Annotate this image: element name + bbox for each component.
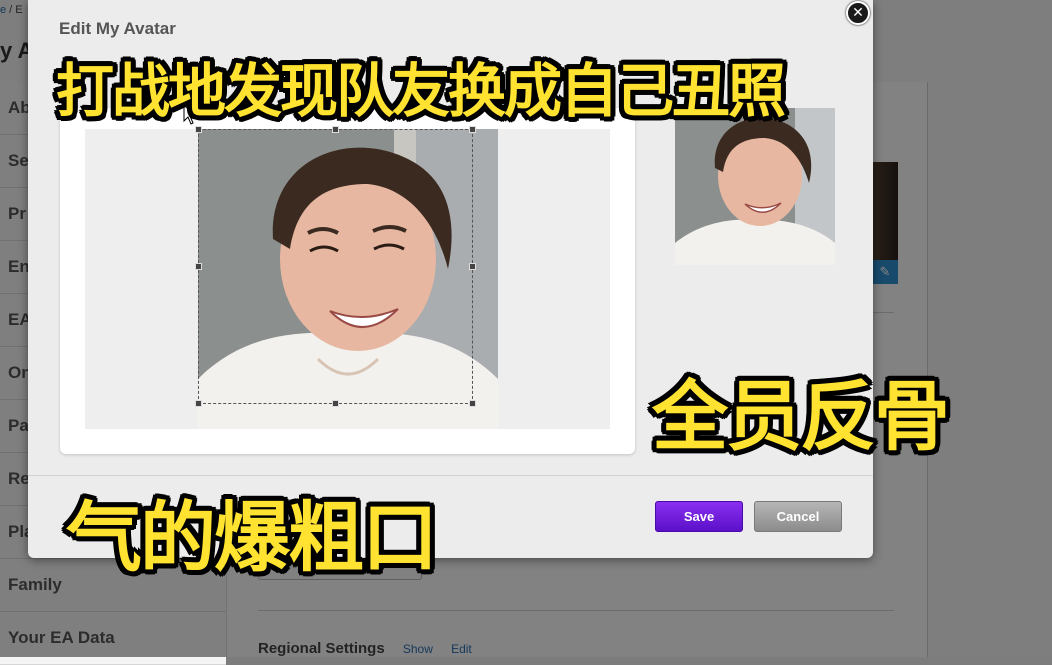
crop-canvas[interactable] <box>85 126 610 429</box>
crop-handle-bottom-left[interactable] <box>195 400 202 407</box>
crop-selection[interactable] <box>195 126 476 407</box>
crop-panel <box>60 108 635 454</box>
caption-middle: 全员反骨 <box>652 372 950 461</box>
caption-bottom: 气的爆粗口 <box>66 493 438 582</box>
avatar-preview <box>675 108 835 265</box>
crop-handle-left[interactable] <box>195 263 202 270</box>
close-icon[interactable]: ✕ <box>846 1 870 25</box>
crop-handle-right[interactable] <box>469 263 476 270</box>
save-button[interactable]: Save <box>655 501 743 532</box>
caption-top: 打战地发现队友换成自己丑照 <box>56 57 786 125</box>
crop-handle-bottom-right[interactable] <box>469 400 476 407</box>
dialog-title: Edit My Avatar <box>59 19 176 38</box>
cancel-button[interactable]: Cancel <box>754 501 842 532</box>
crop-handle-bottom[interactable] <box>332 400 339 407</box>
